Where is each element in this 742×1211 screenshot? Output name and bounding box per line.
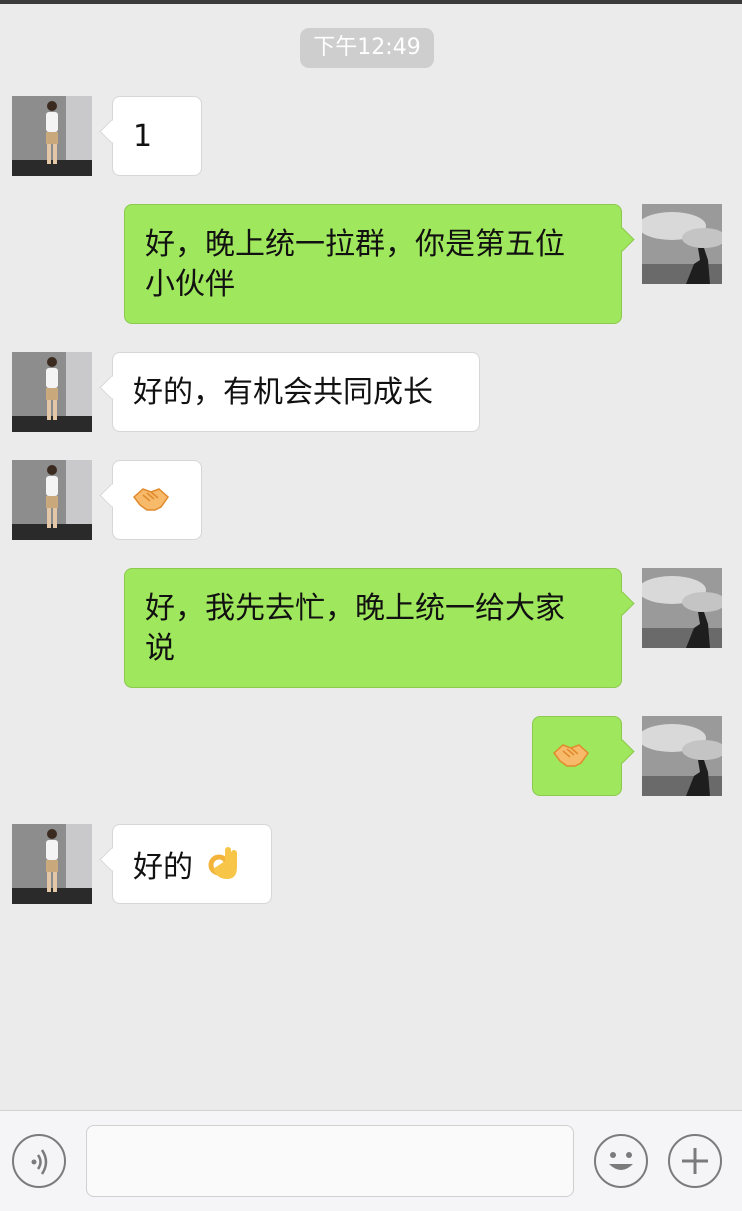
message-bubble-received[interactable]: 好的 [112,824,272,904]
avatar-contact[interactable] [12,352,92,432]
handshake-emoji [132,483,169,524]
avatar-contact[interactable] [12,96,92,176]
message-bubble-sent[interactable] [532,716,622,796]
message-text: 好，我先去忙，晚上统一给大家 [145,591,565,626]
ok-hand-emoji [207,845,241,892]
handshake-emoji [552,739,589,780]
avatar-contact[interactable] [12,460,92,540]
status-bar-edge [0,0,742,4]
message-text: 好的，有机会共同成长 [133,375,433,410]
message-input[interactable] [86,1125,574,1197]
avatar-self[interactable] [642,716,722,796]
voice-icon[interactable] [12,1134,66,1188]
message-bubble-received[interactable]: 好的，有机会共同成长 [112,352,480,432]
message-bubble-sent[interactable]: 好，晚上统一拉群，你是第五位 小伙伴 [124,204,622,324]
message-text-line2: 小伙伴 [145,267,235,302]
message-bubble-sent[interactable]: 好，我先去忙，晚上统一给大家 说 [124,568,622,688]
message-text: 好，晚上统一拉群，你是第五位 [145,227,565,262]
message-text: 1 [133,119,153,154]
input-bar [0,1110,742,1211]
timestamp: 下午12:49 [300,28,434,68]
emoji-icon[interactable] [594,1134,648,1188]
message-bubble-received[interactable] [112,460,202,540]
message-text: 好的 [133,850,193,885]
plus-icon[interactable] [668,1134,722,1188]
avatar-self[interactable] [642,204,722,284]
message-text-line2: 说 [145,631,175,666]
avatar-self[interactable] [642,568,722,648]
message-bubble-received[interactable]: 1 [112,96,202,176]
avatar-contact[interactable] [12,824,92,904]
